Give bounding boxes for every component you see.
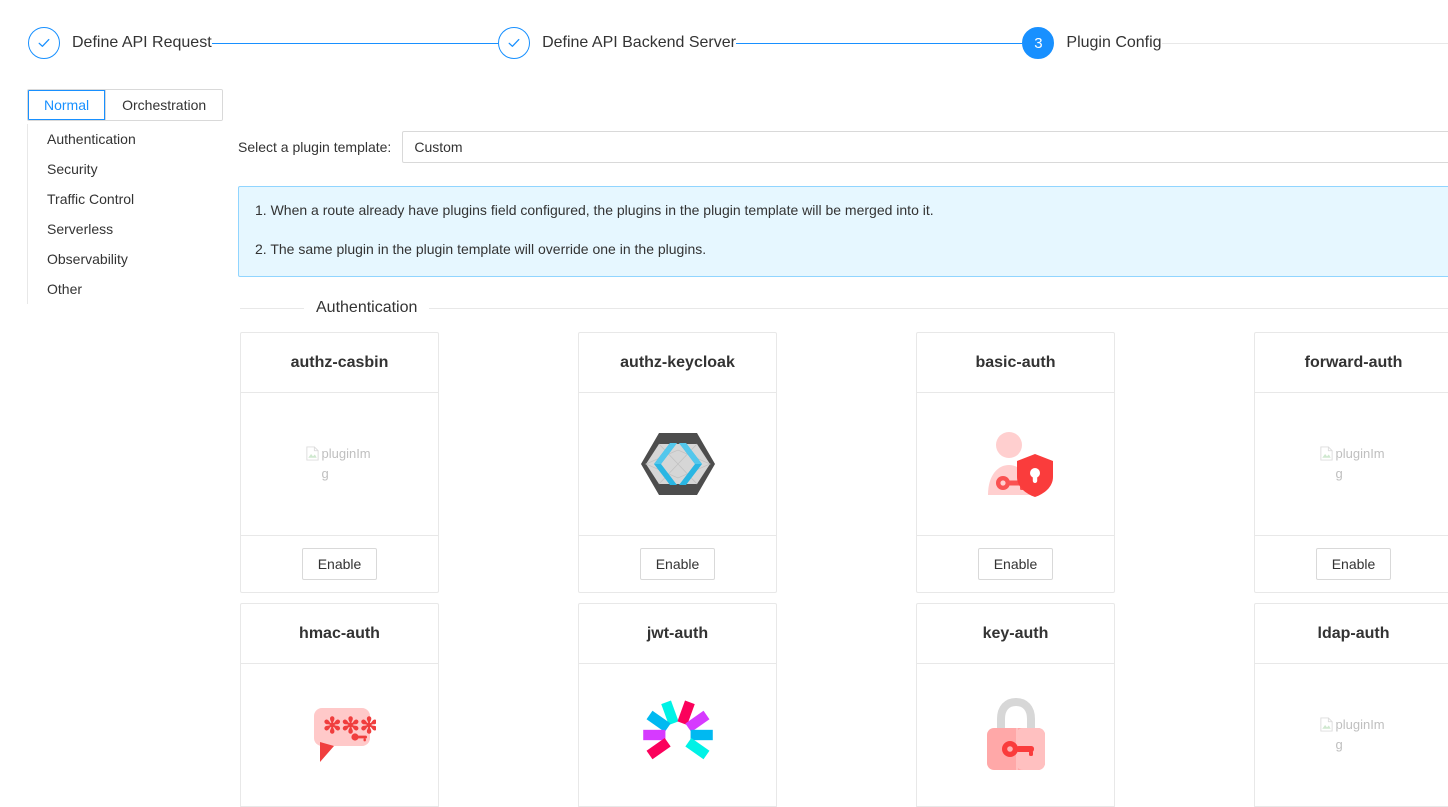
step-label: Define API Request [72, 34, 212, 51]
plugin-card-authz-casbin: authz-casbin pluginImg Enable [240, 332, 439, 593]
plugin-icon-area [917, 664, 1114, 807]
broken-image-icon: pluginImg [305, 444, 375, 484]
plugin-category-menu: Authentication Security Traffic Control … [27, 124, 217, 304]
step-plugin-config[interactable]: 3 Plugin Config [1022, 27, 1162, 59]
sidebar-item-authentication[interactable]: Authentication [28, 124, 217, 154]
step-label: Plugin Config [1066, 34, 1162, 51]
plugin-icon-area: pluginImg [1255, 393, 1448, 536]
plugin-icon-area: pluginImg [1255, 664, 1448, 807]
plugin-name: authz-casbin [241, 333, 438, 393]
step-define-api-request[interactable]: Define API Request [28, 27, 212, 59]
step-label: Define API Backend Server [542, 34, 736, 51]
plugin-card-footer: Enable [241, 536, 438, 592]
plugin-icon-area [579, 393, 776, 536]
plugin-template-row: Select a plugin template: Custom [238, 124, 1448, 170]
sidebar-item-traffic-control[interactable]: Traffic Control [28, 184, 217, 214]
padlock-key-icon [976, 695, 1056, 775]
enable-button[interactable]: Enable [1315, 548, 1392, 580]
broken-image-alt: pluginImg [1335, 446, 1385, 481]
check-icon [28, 27, 60, 59]
plugin-config-content: Select a plugin template: Custom 1. When… [238, 124, 1448, 807]
tab-normal[interactable]: Normal [28, 90, 107, 120]
check-icon [498, 27, 531, 59]
plugin-card-authz-keycloak: authz-keycloak Enable [578, 332, 777, 593]
plugin-card-footer: Enable [917, 536, 1114, 592]
plugin-card-grid: authz-casbin pluginImg Enable authz-keyc… [240, 332, 1448, 807]
tab-orchestration[interactable]: Orchestration [106, 90, 223, 120]
broken-image-alt: pluginImg [1335, 717, 1385, 752]
sidebar-item-observability[interactable]: Observability [28, 244, 217, 274]
jwt-icon [638, 695, 718, 775]
group-title: Authentication [316, 299, 418, 316]
plugin-name: forward-auth [1255, 333, 1448, 393]
plugin-card-forward-auth: forward-auth pluginImg Enable [1254, 332, 1448, 593]
info-alert: 1. When a route already have plugins fie… [238, 186, 1448, 277]
sidebar-item-security[interactable]: Security [28, 154, 217, 184]
plugin-card-footer: Enable [1255, 536, 1448, 592]
plugin-template-value: Custom [414, 139, 463, 155]
plugin-card-jwt-auth: jwt-auth [578, 603, 777, 807]
plugin-icon-area [917, 393, 1114, 536]
keycloak-icon [638, 424, 718, 504]
plugin-card-ldap-auth: ldap-auth pluginImg Enable [1254, 603, 1448, 807]
plugin-icon-area: ✻✻✻ [241, 664, 438, 807]
step-connector-2 [735, 42, 1023, 44]
plugin-card-footer: Enable [579, 536, 776, 592]
plugin-name: hmac-auth [241, 604, 438, 664]
enable-button[interactable]: Enable [977, 548, 1054, 580]
plugin-card-key-auth: key-auth [916, 603, 1115, 807]
plugin-name: jwt-auth [579, 604, 776, 664]
svg-text:✻✻✻: ✻✻✻ [323, 713, 376, 738]
plugin-card-basic-auth: basic-auth Enable [916, 332, 1115, 593]
step-connector-3 [1161, 42, 1448, 44]
mode-tabs: Normal Orchestration [27, 89, 224, 121]
broken-image-alt: pluginImg [321, 446, 371, 481]
wizard-steps: Define API Request Define API Backend Se… [0, 0, 1448, 86]
alert-line-1: 1. When a route already have plugins fie… [255, 202, 934, 218]
plugin-name: ldap-auth [1255, 604, 1448, 664]
enable-button[interactable]: Enable [639, 548, 716, 580]
plugin-name: authz-keycloak [579, 333, 776, 393]
sidebar-item-serverless[interactable]: Serverless [28, 214, 217, 244]
broken-image-icon: pluginImg [1319, 715, 1389, 755]
step-define-api-backend-server[interactable]: Define API Backend Server [498, 27, 736, 59]
plugin-config-page: Define API Request Define API Backend Se… [0, 0, 1448, 807]
plugin-name: key-auth [917, 604, 1114, 664]
enable-button[interactable]: Enable [301, 548, 378, 580]
user-key-shield-icon [976, 424, 1056, 504]
step-number: 3 [1022, 27, 1055, 59]
plugin-template-select[interactable]: Custom [402, 131, 1448, 163]
step-connector-1 [211, 42, 499, 44]
broken-image-icon: pluginImg [1319, 444, 1389, 484]
plugin-template-label: Select a plugin template: [238, 139, 392, 155]
authentication-group: Authentication authz-casbin pluginImg En… [240, 299, 1448, 807]
password-bubble-icon: ✻✻✻ [300, 695, 380, 775]
plugin-icon-area: pluginImg [241, 393, 438, 536]
sidebar-item-other[interactable]: Other [28, 274, 217, 304]
plugin-name: basic-auth [917, 333, 1114, 393]
plugin-card-hmac-auth: hmac-auth ✻✻✻ [240, 603, 439, 807]
alert-line-2: 2. The same plugin in the plugin templat… [255, 241, 707, 257]
plugin-icon-area [579, 664, 776, 807]
